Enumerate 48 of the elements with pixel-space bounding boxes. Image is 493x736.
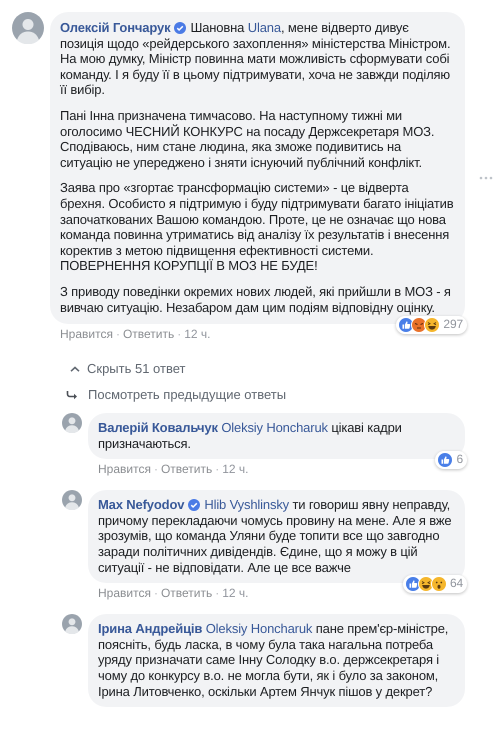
reply-arrow-icon: [66, 390, 78, 400]
comment-text: Max Nefyodov Hlib Vyshlinsky ти говориш явну неправду, причому перекладаючи чомусь провину на мене. Але я вже зрозумів, що команда Уляни буде топити все що завгодно заради політичних дивідендів. Єдине, що я можу в цій ситуації - не відповідати. Але це все важче: [98, 497, 452, 576]
caret-up-icon: [70, 366, 80, 372]
author-link[interactable]: Олексій Гончарук: [60, 20, 170, 35]
comment-text: Валерій Ковальчук Oleksiy Honcharuk цікаві кадри призначаються.: [98, 420, 403, 452]
separator-dot: ·: [154, 586, 158, 600]
reactions-badge[interactable]: 64: [402, 575, 467, 594]
action-link[interactable]: Ответить: [160, 462, 212, 476]
timestamp[interactable]: 12 ч.: [184, 327, 211, 342]
comment-text: Заява про «згортає трансформацію системи» - це відверта брехня. Особисто я підтримую і буду підтримувати багато ініціатив започаткованих Вашою командою. Проте, це не означає що нова команда повинна утриматись від аналізу їх результатів і внесення коректив з метою підвищення ефективності системи. ПОВЕРНЕННЯ КОРУПЦІЇ В МОЗ НЕ БУДЕ!: [60, 180, 454, 274]
avatar[interactable]: [62, 490, 82, 510]
reaction-count: 297: [443, 317, 463, 333]
more-options-icon[interactable]: [479, 176, 493, 180]
avatar[interactable]: [62, 614, 82, 634]
surprised-reaction-icon: [430, 576, 447, 592]
reaction-count: 6: [456, 452, 463, 468]
action-link[interactable]: Нравится: [60, 327, 113, 342]
comment-text: Олексій Гончарук Шановна Ulana, мене відверто дивує позиція щодо «рейдерського захоплення» міністерства Міністром. На мою думку, Міністр повинна мати можливість сформувати собі команду. І я буду її в цьому підтримувати, хоча не завжди поділяю її вибір.: [60, 20, 452, 98]
timestamp[interactable]: 12 ч.: [222, 462, 249, 476]
action-link[interactable]: Ответить: [122, 327, 174, 342]
action-link[interactable]: Нравится: [98, 462, 151, 476]
comment-text: Ірина Андрейців Oleksiy Honcharuk пане прем'єр-міністре, поясніть, будь ласка, в чому була така нагальна потреба уряду призначати саме Інну Солодку в.о. держсекретаря і чому до конкурсу в.о. не могла бути, як і було за законом, Ірина Литовченко, оскільки Артем Янчук пішов у декрет?: [98, 621, 450, 700]
mention-link[interactable]: Ulana: [248, 20, 281, 35]
action-link[interactable]: Ответить: [160, 586, 212, 600]
laughing-reaction-icon: [424, 317, 440, 334]
hide-replies-link[interactable]: Скрыть 51 ответ: [62, 361, 186, 378]
avatar[interactable]: [62, 413, 82, 434]
reactions-badge[interactable]: 297: [396, 316, 467, 334]
author-link[interactable]: Валерій Ковальчук: [98, 420, 218, 436]
avatar[interactable]: [12, 12, 44, 44]
separator-dot: ·: [215, 462, 220, 476]
mention-link[interactable]: Oleksiy Honcharuk: [221, 420, 328, 436]
reaction-count: 64: [450, 576, 463, 592]
separator-dot: ·: [116, 327, 120, 342]
comment-text: З приводу поведінки окремих нових людей, які прийшли в МОЗ - я вивчаю ситуацію. Незабаром дам цим подіям відповідну оцінку.: [60, 284, 452, 316]
action-link[interactable]: Нравится: [98, 586, 151, 600]
reactions-badge[interactable]: 6: [435, 451, 467, 470]
mention-link[interactable]: Oleksiy Honcharuk: [206, 621, 312, 636]
comment-text: Пані Інна призначена тимчасово. На наступному тижні ми оголосимо ЧЕСНИЙ КОНКУРС на посаду Держсекретаря МОЗ. Сподіваюсь, ним стане людина, яка зможе подивитись на ситуацію не упереджено і зняти існуючий публічний конфлікт.: [60, 108, 436, 170]
separator-dot: ·: [215, 586, 220, 600]
previous-replies-link[interactable]: Посмотреть предыдущие ответы: [62, 387, 286, 404]
timestamp[interactable]: 12 ч.: [222, 586, 249, 600]
separator-dot: ·: [154, 462, 158, 476]
like-reaction-icon: [437, 452, 454, 468]
author-link[interactable]: Ірина Андрейців: [98, 621, 202, 636]
mention-link[interactable]: Hlib Vyshlinsky: [204, 497, 290, 512]
author-link[interactable]: Max Nefyodov: [98, 497, 184, 512]
separator-dot: ·: [177, 327, 182, 342]
